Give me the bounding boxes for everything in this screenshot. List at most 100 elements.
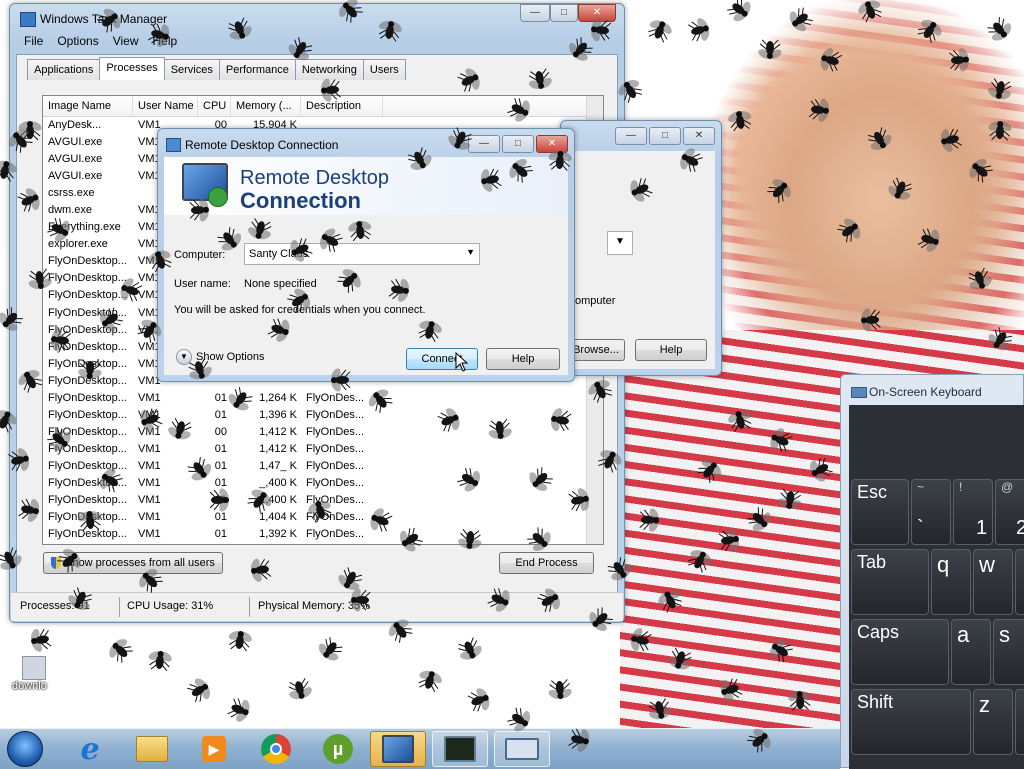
status-memory: Physical Memory: 35% — [258, 600, 370, 612]
tab-users[interactable]: Users — [363, 59, 406, 80]
key-s[interactable]: s — [993, 619, 1024, 685]
close-button[interactable]: ✕ — [683, 127, 715, 145]
browse-button[interactable]: Browse... — [567, 339, 625, 361]
table-cell: VM1 — [133, 526, 198, 543]
tab-networking[interactable]: Networking — [295, 59, 364, 80]
table-cell: AVGUI.exe — [43, 134, 133, 151]
taskbar-file-explorer[interactable] — [124, 731, 180, 767]
window-title: Windows Task Manager — [40, 12, 167, 26]
table-row[interactable]: FlyOnDesktop...VM1011,264 KFlyOnDes... — [43, 390, 603, 407]
key-2[interactable]: @2 — [995, 479, 1024, 545]
table-row[interactable]: FlyOnDesktop...VM1011,400 KFlyOnDes... — [43, 492, 603, 509]
taskbar-media-player[interactable]: ▶ — [186, 731, 242, 767]
table-row[interactable]: FlyOnDesktop...VM1011,404 KFlyOnDes... — [43, 509, 603, 526]
column-image-name[interactable]: Image Name — [43, 96, 133, 116]
tab-applications[interactable]: Applications — [27, 59, 100, 80]
table-cell: FlyOnDesktop... — [43, 356, 133, 373]
table-cell: VM1 — [133, 475, 198, 492]
table-cell: 00 — [198, 424, 231, 441]
tab-services[interactable]: Services — [164, 59, 220, 80]
menu-options[interactable]: Options — [57, 34, 98, 48]
list-header: Image Name User Name CPU Memory (... Des… — [43, 96, 603, 117]
table-cell: FlyOnDes... — [301, 441, 383, 458]
table-cell: FlyOnDesktop... — [43, 305, 133, 322]
key-caps[interactable]: Caps — [851, 619, 949, 685]
table-row[interactable]: FlyOnDesktop...VM1011,47_ KFlyOnDes... — [43, 458, 603, 475]
taskbar-internet-explorer[interactable]: e — [62, 731, 118, 767]
menu-file[interactable]: File — [24, 34, 43, 48]
rdc-banner: Remote Desktop Connection — [164, 157, 568, 215]
column-cpu[interactable]: CPU — [198, 96, 231, 116]
table-row[interactable]: FlyOnDesktop...VM1001,412 KFlyOnDes... — [43, 424, 603, 441]
key-shift[interactable]: Shift — [851, 689, 971, 755]
help-button[interactable]: Help — [635, 339, 707, 361]
rdc-back-window: — □ ✕ ▼ omputer Browse... Help — [560, 120, 722, 376]
maximize-button[interactable]: □ — [550, 4, 578, 22]
table-cell: FlyOnDesktop... — [43, 270, 133, 287]
taskbar-utorrent[interactable]: µ — [310, 731, 366, 767]
table-cell: FlyOnDesktop... — [43, 424, 133, 441]
column-memory[interactable]: Memory (... — [231, 96, 301, 116]
taskbar: e ▶ µ — [0, 728, 840, 769]
tab-processes[interactable]: Processes — [99, 57, 164, 80]
key-w[interactable]: w — [973, 549, 1013, 615]
tab-strip: Applications Processes Services Performa… — [27, 59, 405, 82]
close-button[interactable]: ✕ — [578, 4, 616, 22]
key-x[interactable] — [1015, 689, 1024, 755]
table-cell: 1,404 K — [231, 509, 301, 526]
tab-performance[interactable]: Performance — [219, 59, 296, 80]
column-user-name[interactable]: User Name — [133, 96, 198, 116]
dropdown-arrow-icon[interactable]: ▼ — [466, 247, 475, 257]
dropdown-arrow-icon[interactable]: ▼ — [607, 231, 633, 255]
minimize-button[interactable]: — — [615, 127, 647, 145]
minimize-button[interactable]: — — [468, 135, 500, 153]
table-cell: FlyOnDesktop... — [43, 322, 133, 339]
key-1[interactable]: !1 — [953, 479, 993, 545]
table-cell: AVGUI.exe — [43, 168, 133, 185]
taskbar-task-manager[interactable] — [432, 731, 488, 767]
computer-combobox[interactable]: Santy Claus ▼ — [244, 243, 480, 265]
table-row[interactable]: FlyOnDesktop...VM1011,396 KFlyOnDes... — [43, 407, 603, 424]
taskbar-chrome[interactable] — [248, 731, 304, 767]
show-all-processes-button[interactable]: Show processes from all users — [43, 552, 223, 574]
show-all-label: Show processes from all users — [65, 557, 215, 569]
desktop-icon[interactable]: downlo — [8, 652, 58, 696]
table-cell: FlyOnDesktop... — [43, 441, 133, 458]
taskbar-on-screen-keyboard[interactable] — [494, 731, 550, 767]
end-process-button[interactable]: End Process — [499, 552, 594, 574]
column-description[interactable]: Description — [301, 96, 383, 116]
internet-explorer-icon: e — [80, 732, 99, 767]
banner-line1: Remote Desktop — [240, 167, 389, 190]
key-q[interactable]: q — [931, 549, 971, 615]
table-row[interactable]: FlyOnDesktop...VM101_,400 KFlyOnDes... — [43, 475, 603, 492]
menu-view[interactable]: View — [113, 34, 139, 48]
rdc-window: Remote Desktop Connection — □ ✕ Remote D… — [157, 128, 575, 382]
start-button[interactable] — [0, 731, 50, 767]
key-tilde[interactable]: ~` — [911, 479, 951, 545]
key-z[interactable]: z — [973, 689, 1013, 755]
table-cell: dwm.exe — [43, 202, 133, 219]
table-cell: AnyDesk... — [43, 117, 133, 134]
minimize-button[interactable]: — — [520, 4, 550, 22]
table-cell: FlyOnDesktop... — [43, 287, 133, 304]
show-options-toggle[interactable]: ▼ Show Options — [176, 349, 264, 365]
key-tab[interactable]: Tab — [851, 549, 929, 615]
key-esc[interactable]: Esc — [851, 479, 909, 545]
table-row[interactable]: FlyOnDesktop...VM1011,392 KFlyOnDes... — [43, 526, 603, 543]
keyboard-panel: Esc ~` !1 @2 Tab q w Caps a s Shift z — [849, 405, 1024, 769]
maximize-button[interactable]: □ — [649, 127, 681, 145]
table-cell: 1,412 K — [231, 441, 301, 458]
key-e[interactable] — [1015, 549, 1024, 615]
taskbar-remote-desktop[interactable] — [370, 731, 426, 767]
shield-icon — [51, 557, 61, 569]
maximize-button[interactable]: □ — [502, 135, 534, 153]
mouse-cursor-icon — [455, 352, 469, 372]
table-cell: 01 — [198, 390, 231, 407]
desktop-icon-label: downlo — [12, 680, 47, 692]
menu-help[interactable]: Help — [153, 34, 178, 48]
table-row[interactable]: FlyOnDesktop...VM1011,412 KFlyOnDes... — [43, 441, 603, 458]
help-button[interactable]: Help — [486, 348, 560, 370]
close-button[interactable]: ✕ — [536, 135, 568, 153]
key-a[interactable]: a — [951, 619, 991, 685]
computer-value: Santy Claus — [249, 248, 308, 260]
